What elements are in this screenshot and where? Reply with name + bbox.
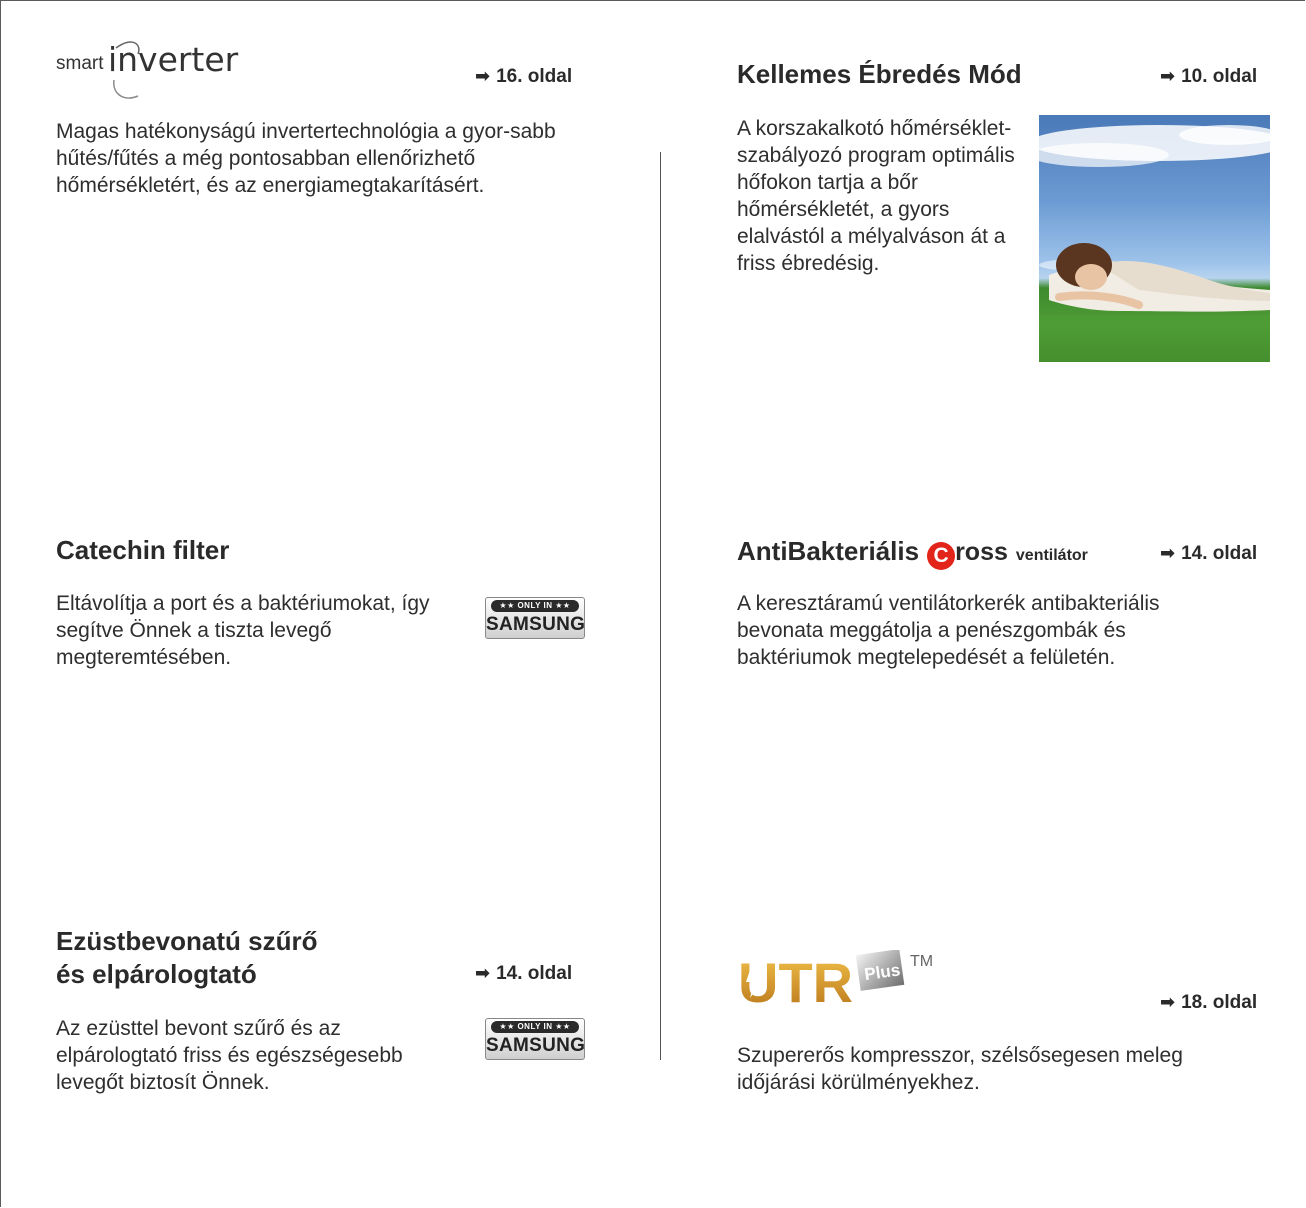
antibacterial-description: A keresztáramú ventilátorkerék antibakte… [737,592,1160,669]
catechin-description: Eltávolítja a port és a baktériumokat, í… [56,592,430,669]
silver-page-ref: ➡ 14. oldal [475,963,573,984]
inverter-description: Magas hatékonyságú invertertechnológia a… [56,120,556,197]
inverter-page-ref: ➡ 16. oldal [475,66,573,87]
only-in-samsung-badge: ★★ ONLY IN ★★ SAMSUNG [485,1018,585,1060]
arrow-right-icon: ➡ [475,963,491,983]
wakeup-title: Kellemes Ébredés Mód [737,59,1022,89]
column-divider [660,152,661,1060]
cross-logo-c-icon: C [927,542,956,570]
cross-logo-suffix: ventilátor [1015,547,1088,564]
arrow-right-icon: ➡ [475,66,491,86]
smart-logo-text: smart [56,53,104,74]
cross-logo-text: ross [955,538,1008,566]
silver-title-line1: Ezüstbevonatú szűrő [56,926,318,956]
antibacterial-title: AntiBakteriális [737,536,920,566]
only-in-samsung-badge: ★★ ONLY IN ★★ SAMSUNG [485,597,585,639]
catechin-title: Catechin filter [56,535,230,565]
inverter-swoosh-icon [113,41,140,99]
utr-trademark: TM [910,953,934,970]
antibacterial-page-ref: ➡ 14. oldal [1160,543,1258,564]
utr-page-ref: ➡ 18. oldal [1160,992,1258,1013]
wakeup-page-ref: ➡ 10. oldal [1160,66,1258,87]
silver-title-line2: és elpárologtató [56,959,257,989]
arrow-right-icon: ➡ [1160,992,1176,1012]
wakeup-description: A korszakalkotó hőmérséklet-szabályozó p… [737,117,1015,275]
photo-illustration [1039,125,1270,362]
antibacterial-title-row: AntiBakteriális Cross ventilátor [737,534,1088,573]
utr-plus-logo-graphic: UTR Plus [738,949,905,1014]
arrow-right-icon: ➡ [1160,66,1176,86]
smart-inverter-logo: smart inverter [56,40,238,99]
silver-description: Az ezüsttel bevont szűrő és az elpárolog… [56,1017,403,1094]
utr-description: Szupererős kompresszor, szélsősegesen me… [737,1044,1183,1094]
arrow-right-icon: ➡ [1160,543,1176,563]
utr-plus-logo: UTR Plus [738,949,968,1014]
woman-sleeping-on-grass-photo [1039,115,1270,362]
